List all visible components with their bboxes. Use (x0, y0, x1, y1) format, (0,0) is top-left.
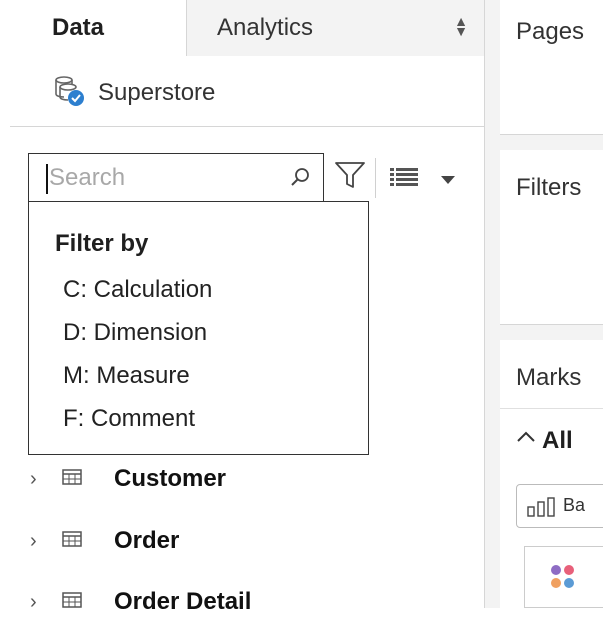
filter-option-calculation[interactable]: C: Calculation (63, 276, 212, 304)
filter-by-popup: Filter by C: Calculation D: Dimension M:… (28, 201, 369, 455)
filters-shelf[interactable]: Filters (500, 150, 603, 325)
filter-option-comment[interactable]: F: Comment (63, 405, 195, 433)
sort-arrows-icon: ▲ ▼ (454, 13, 468, 39)
data-pane: Data Analytics ▲ ▼ Superstore Search Fil… (0, 0, 484, 615)
datasource-item[interactable]: Superstore (52, 75, 216, 110)
table-label: Order (114, 527, 180, 554)
pages-shelf[interactable]: Pages (500, 0, 603, 135)
chevron-right-icon[interactable]: › (30, 468, 46, 491)
table-row[interactable]: › Order (30, 521, 179, 561)
search-box[interactable] (28, 153, 324, 203)
search-icon[interactable] (289, 166, 311, 193)
filter-option-measure[interactable]: M: Measure (63, 362, 190, 390)
dropdown-caret-icon[interactable] (440, 172, 456, 190)
tab-analytics-label: Analytics (217, 14, 314, 41)
table-row[interactable]: › Order Detail (30, 582, 251, 622)
table-label: Order Detail (114, 588, 252, 615)
color-dots-icon (549, 563, 579, 598)
tab-data-label: Data (52, 14, 105, 41)
chevron-right-icon[interactable]: › (30, 530, 46, 553)
pane-splitter[interactable] (484, 0, 501, 608)
mark-type-dropdown[interactable]: Ba (516, 484, 603, 528)
table-icon (62, 530, 82, 552)
list-view-icon[interactable] (390, 168, 418, 193)
table-icon (62, 468, 82, 490)
filter-option-dimension[interactable]: D: Dimension (63, 319, 207, 347)
marks-label: Marks (516, 364, 582, 391)
bar-chart-icon (527, 497, 557, 522)
popup-title: Filter by (55, 230, 149, 257)
marks-card: Marks (500, 340, 603, 408)
datasource-name: Superstore (98, 79, 216, 106)
marks-all-label: All (542, 427, 573, 454)
tab-data[interactable]: Data (0, 0, 186, 56)
chevron-up-icon[interactable] (516, 429, 536, 448)
divider (10, 126, 484, 127)
table-label: Customer (114, 465, 227, 492)
search-input[interactable] (49, 162, 269, 194)
mark-type-label: Ba (563, 495, 586, 515)
chevron-right-icon[interactable]: › (30, 591, 46, 614)
toolbar-divider (375, 158, 376, 198)
marks-all-section[interactable]: All (500, 408, 603, 469)
color-button[interactable] (524, 546, 603, 608)
text-caret (46, 164, 48, 194)
tab-analytics[interactable]: Analytics ▲ ▼ (186, 0, 484, 56)
filter-funnel-icon[interactable] (334, 160, 366, 195)
table-icon (62, 591, 82, 613)
pages-label: Pages (516, 18, 585, 45)
marks-body: Ba (500, 468, 603, 608)
database-check-icon (52, 73, 88, 114)
table-row[interactable]: › Customer (30, 459, 226, 499)
filters-label: Filters (516, 174, 582, 201)
